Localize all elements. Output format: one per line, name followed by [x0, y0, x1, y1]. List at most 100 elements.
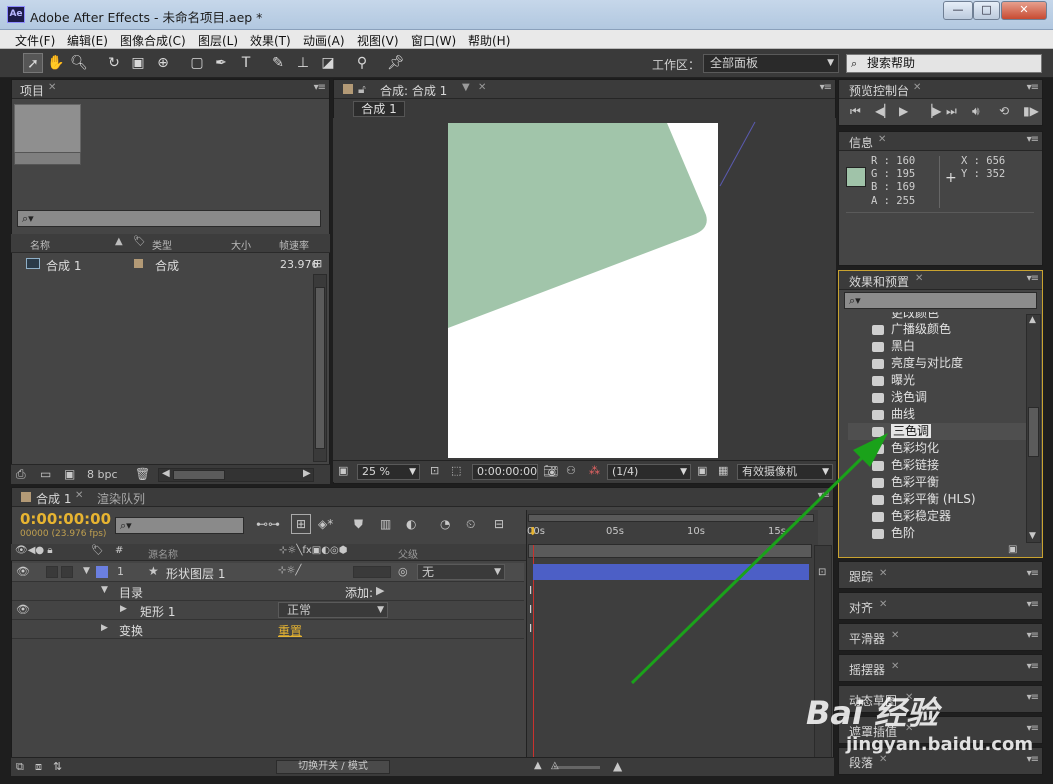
menu-help[interactable]: 帮助(H) — [468, 32, 510, 49]
transfer-controls-toggle-icon[interactable]: ⧈ — [35, 760, 42, 774]
pen-tool-icon[interactable]: ✒ — [211, 53, 231, 73]
pick-whip-icon[interactable]: ◎ — [398, 565, 408, 578]
menu-animation[interactable]: 动画(A) — [303, 32, 345, 49]
effect-item[interactable]: 黑白 — [848, 338, 1026, 355]
tab-effects-presets[interactable]: 效果和预置 — [849, 273, 909, 290]
clone-stamp-tool-icon[interactable]: ⊥ — [293, 53, 313, 73]
menu-composition[interactable]: 图像合成(C) — [120, 32, 186, 49]
minimize-button[interactable]: — — [943, 1, 973, 20]
panel-menu-icon[interactable]: ▾≡ — [1027, 273, 1039, 284]
panel-menu-icon[interactable]: ▾≡ — [1027, 692, 1039, 703]
zoom-out-icon[interactable]: ▲ — [534, 760, 542, 771]
col-type[interactable]: 类型 — [152, 237, 172, 252]
composition-canvas[interactable] — [448, 123, 718, 458]
effects-scroll-thumb[interactable] — [1028, 407, 1039, 457]
blend-mode-select[interactable]: 正常 ▼ — [278, 602, 388, 618]
layer-row[interactable]: 👁︎ ▼ 1 ★ 形状图层 1 ⊹☼╱ ◎ 无 ▼ — [12, 563, 524, 582]
previous-frame-icon[interactable]: ◀▏ — [875, 104, 893, 118]
hide-shy-layers-icon[interactable]: ⛊ — [354, 517, 363, 532]
close-icon[interactable]: ✕ — [913, 82, 921, 93]
new-folder-icon[interactable]: ▣ — [1008, 544, 1017, 555]
project-hscroll-thumb[interactable] — [173, 470, 225, 480]
effect-item[interactable]: 更改颜色 — [848, 312, 1026, 321]
time-navigator[interactable] — [528, 544, 812, 558]
effect-item-selected[interactable]: 三色调 — [848, 423, 1026, 440]
panel-menu-icon[interactable]: ▾≡ — [1027, 82, 1039, 93]
motion-blur-icon[interactable]: ◐ — [406, 517, 416, 531]
menu-view[interactable]: 视图(V) — [357, 32, 399, 49]
eraser-tool-icon[interactable]: ◪ — [318, 53, 338, 73]
flowchart-icon[interactable]: ⊞ — [313, 257, 322, 270]
label-tag-icon[interactable]: 🏷︎ — [133, 236, 146, 247]
puppet-pin-tool-icon[interactable]: 📌︎ — [386, 53, 406, 73]
bpc-label[interactable]: 8 bpc — [87, 468, 118, 481]
effect-item[interactable]: 曝光 — [848, 372, 1026, 389]
col-parent[interactable]: 父级 — [398, 546, 418, 561]
panel-menu-icon[interactable]: ▾≡ — [1027, 754, 1039, 765]
tab-composition[interactable]: 合成: 合成 1 — [380, 82, 447, 99]
snapshot-icon[interactable]: 📷︎ — [543, 464, 558, 478]
close-icon[interactable]: ✕ — [879, 599, 887, 610]
effect-item[interactable]: 色彩稳定器 — [848, 508, 1026, 525]
auto-keyframe-icon[interactable]: ⏲ — [466, 517, 475, 532]
resolution-select[interactable]: (1/4) ▼ — [607, 464, 691, 480]
layer-switches-toggle-icon[interactable]: ⧉ — [16, 760, 24, 774]
selection-tool-icon[interactable]: ➚ — [23, 53, 43, 73]
layer-duration-bar[interactable] — [533, 564, 809, 580]
col-source-name[interactable]: 源名称 — [148, 546, 178, 561]
project-scrollbar[interactable] — [313, 274, 327, 462]
reset-link[interactable]: 重置 — [278, 622, 302, 639]
effect-item[interactable]: 色彩平衡 — [848, 474, 1026, 491]
rectangle-tool-icon[interactable]: ▢ — [187, 53, 207, 73]
grid-icon[interactable]: ⊡ — [430, 464, 439, 477]
work-area-bar[interactable] — [528, 514, 814, 522]
sort-asc-icon[interactable]: ▲ — [115, 236, 123, 247]
tab-wiggler[interactable]: 摇摆器 — [849, 661, 885, 678]
timeline-search-input[interactable]: ⌕▾ — [115, 517, 244, 534]
loop-icon[interactable]: ⟲ — [999, 104, 1009, 118]
zoom-slider-track[interactable] — [554, 766, 600, 769]
project-search-input[interactable]: ⌕▾ — [17, 210, 321, 227]
effect-item[interactable]: 亮度与对比度 — [848, 355, 1026, 372]
lock-icon[interactable]: 🔓︎ — [358, 82, 366, 97]
add-label[interactable]: 添加: — [345, 584, 373, 601]
eye-icon[interactable]: 👁︎ — [16, 603, 30, 616]
lock-toggle[interactable] — [61, 566, 73, 578]
first-frame-icon[interactable]: ⏮ — [850, 104, 861, 119]
in-out-toggle-icon[interactable]: ⇅ — [53, 760, 62, 773]
tab-tracker[interactable]: 跟踪 — [849, 568, 873, 585]
layer-name[interactable]: 形状图层 1 — [166, 565, 225, 582]
brainstorm-icon[interactable]: ◔ — [440, 517, 450, 531]
scroll-right-icon[interactable]: ▶ — [303, 468, 311, 479]
effect-item[interactable]: 色彩链接 — [848, 457, 1026, 474]
new-composition-icon[interactable]: ▣ — [64, 467, 75, 481]
twirl-down-icon[interactable]: ▼ — [101, 585, 108, 595]
show-snapshot-icon[interactable]: ⚇ — [566, 464, 576, 477]
new-folder-icon[interactable]: ▭ — [40, 467, 51, 481]
frame-blending-icon[interactable]: ▥ — [380, 517, 391, 531]
close-icon[interactable]: ✕ — [478, 82, 486, 93]
camera-select[interactable]: 有效摄像机 ▼ — [737, 464, 833, 480]
roto-brush-tool-icon[interactable]: ⚲ — [352, 53, 372, 73]
close-icon[interactable]: ✕ — [878, 134, 886, 145]
col-size[interactable]: 大小 — [231, 237, 251, 252]
hand-tool-icon[interactable]: ✋ — [46, 53, 66, 73]
timeline-scrollbar[interactable]: ⊡ — [814, 545, 832, 773]
effect-item[interactable]: 色彩均化 — [848, 440, 1026, 457]
av-features-icons[interactable]: 👁︎◀︎● 🔒︎ — [15, 545, 53, 556]
effect-item[interactable]: 色彩平衡 (HLS) — [848, 491, 1026, 508]
rectangle-row[interactable]: 👁︎ ▶ 矩形 1 正常 ▼ — [12, 601, 524, 620]
menu-edit[interactable]: 编辑(E) — [67, 32, 108, 49]
panel-menu-icon[interactable]: ▾≡ — [1027, 723, 1039, 734]
solo-toggle[interactable] — [46, 566, 58, 578]
panel-menu-icon[interactable]: ▾≡ — [1027, 599, 1039, 610]
next-frame-icon[interactable]: ▕▶ — [923, 104, 941, 118]
project-item-row[interactable]: 合成 1 合成 23.976 ⊞ — [14, 256, 328, 273]
tab-timeline-comp[interactable]: 合成 1 — [36, 490, 71, 507]
menu-effect[interactable]: 效果(T) — [250, 32, 291, 49]
brush-tool-icon[interactable]: ✎ — [268, 53, 288, 73]
switches-icons[interactable]: ⊹☼╲fx▣◐◎⬢ — [279, 545, 347, 556]
region-of-interest-icon[interactable]: ▣ — [697, 464, 707, 477]
menu-layer[interactable]: 图层(L) — [198, 32, 238, 49]
col-name[interactable]: 名称 — [30, 237, 50, 252]
